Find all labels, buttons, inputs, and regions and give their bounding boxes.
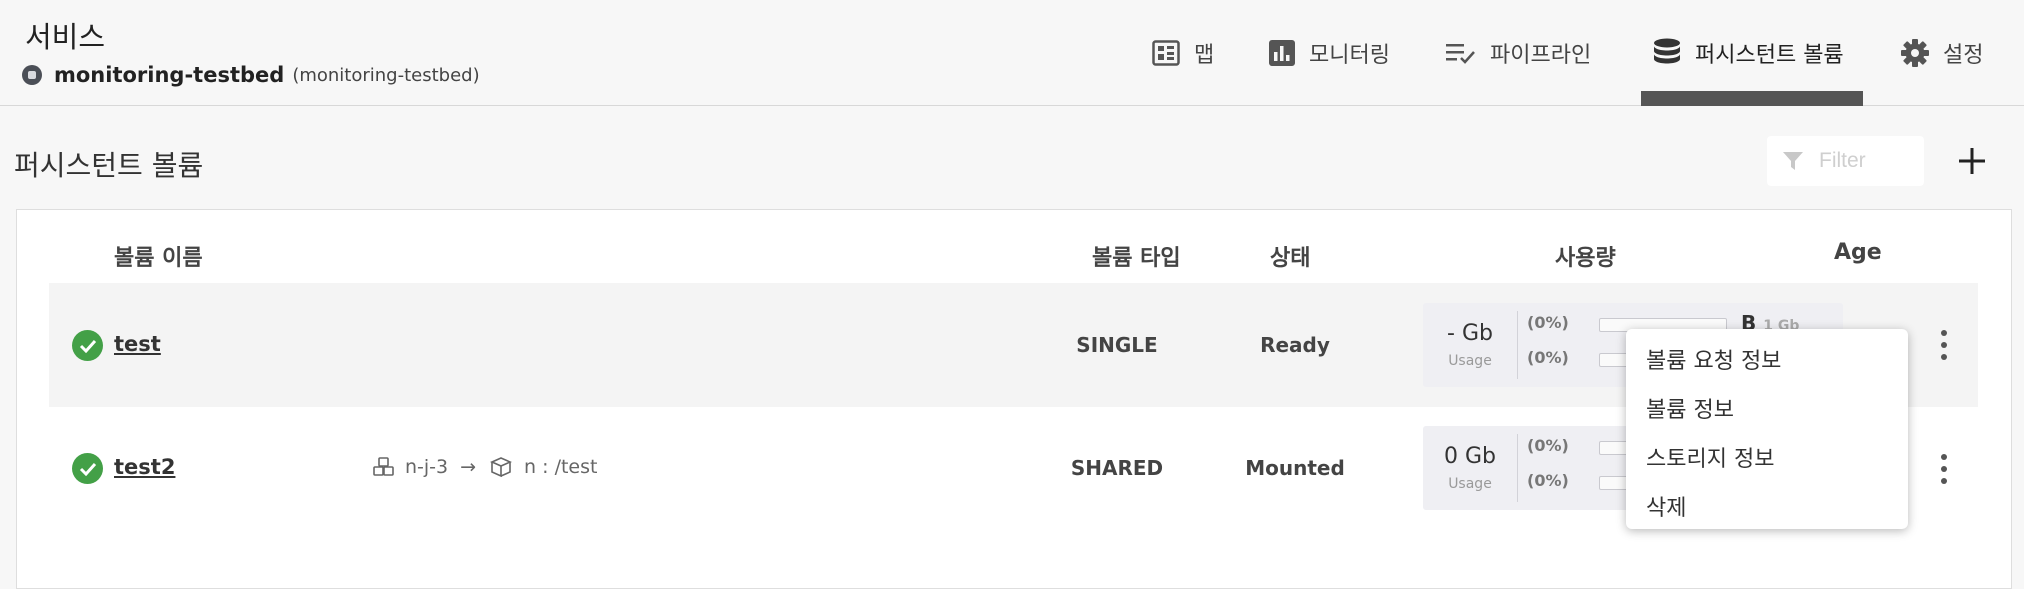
- filter-funnel-icon: [1783, 152, 1803, 170]
- add-volume-button[interactable]: [1955, 142, 1989, 180]
- tab-map[interactable]: 맵: [1152, 0, 1214, 106]
- kebab-dot: [1941, 342, 1947, 348]
- tab-persistent-volume-label: 퍼시스턴트 볼륨: [1695, 43, 1844, 68]
- usage-value: 0 Gb: [1443, 444, 1496, 469]
- status-ok-icon: [72, 330, 103, 361]
- tab-pipeline[interactable]: 파이프라인: [1446, 0, 1591, 106]
- kebab-dot: [1941, 354, 1947, 360]
- service-label: 서비스: [25, 20, 106, 54]
- volume-status: Ready: [1260, 333, 1330, 357]
- menu-item-volume-claim-info[interactable]: 볼륨 요청 정보: [1626, 337, 1908, 386]
- usage-value: - Gb: [1447, 321, 1493, 346]
- active-tab-indicator: [1641, 91, 1863, 106]
- row-context-menu: 볼륨 요청 정보 볼륨 정보 스토리지 정보 삭제: [1626, 329, 1908, 529]
- kebab-dot: [1941, 478, 1947, 484]
- kebab-dot: [1941, 454, 1947, 460]
- tab-settings-label: 설정: [1943, 43, 1984, 68]
- service-info: monitoring-testbed (monitoring-testbed): [22, 63, 480, 87]
- tab-monitoring[interactable]: 모니터링: [1269, 0, 1390, 106]
- tab-pipeline-label: 파이프라인: [1490, 43, 1592, 68]
- mount-source: n-j-3: [405, 456, 449, 478]
- tab-map-label: 맵: [1194, 43, 1215, 68]
- volume-name-link[interactable]: test2: [114, 455, 175, 479]
- bar-chart-icon: [1269, 40, 1295, 66]
- filter-field[interactable]: [1767, 136, 1924, 186]
- usage-label: Usage: [1448, 353, 1492, 369]
- column-header-usage[interactable]: 사용량: [1555, 240, 1616, 272]
- column-header-status[interactable]: 상태: [1270, 240, 1310, 272]
- column-header-age[interactable]: Age: [1834, 240, 1882, 265]
- map-grid-icon: [1152, 40, 1180, 66]
- page-title: 퍼시스턴트 볼륨: [14, 149, 204, 182]
- service-icon: [22, 65, 42, 85]
- checklist-icon: [1446, 44, 1475, 64]
- database-icon: [1654, 38, 1680, 64]
- arrow-right-icon: →: [460, 456, 477, 478]
- mount-info: n-j-3 → n : /test: [373, 456, 597, 478]
- row-menu-button[interactable]: [1937, 454, 1951, 484]
- usage-percent: (0%): [1527, 436, 1569, 455]
- volume-status: Mounted: [1245, 456, 1345, 480]
- volume-type: SHARED: [1070, 456, 1164, 480]
- menu-item-delete[interactable]: 삭제: [1626, 484, 1908, 533]
- mount-target: n : /test: [524, 456, 598, 478]
- usage-percent: (0%): [1527, 471, 1569, 490]
- usage-divider: [1517, 434, 1518, 502]
- menu-item-storage-info[interactable]: 스토리지 정보: [1626, 435, 1908, 484]
- row-menu-button[interactable]: [1937, 330, 1951, 360]
- plus-icon: [1959, 148, 1985, 174]
- box-icon: [490, 457, 513, 477]
- app-header: 서비스 monitoring-testbed (monitoring-testb…: [0, 0, 2024, 106]
- status-ok-icon: [72, 453, 103, 484]
- service-name: monitoring-testbed: [54, 63, 285, 87]
- column-header-name[interactable]: 볼륨 이름: [114, 240, 203, 272]
- usage-percent: (0%): [1527, 348, 1569, 367]
- usage-percent: (0%): [1527, 313, 1569, 332]
- kebab-dot: [1941, 466, 1947, 472]
- usage-label: Usage: [1448, 476, 1492, 492]
- tab-settings[interactable]: 설정: [1901, 0, 1983, 106]
- workload-cluster-icon: [373, 457, 394, 476]
- volume-type: SINGLE: [1076, 333, 1158, 357]
- volume-name-link[interactable]: test: [114, 332, 161, 356]
- filter-input[interactable]: [1819, 149, 1919, 173]
- service-namespace: (monitoring-testbed): [292, 64, 480, 86]
- usage-divider: [1517, 311, 1518, 379]
- kebab-dot: [1941, 330, 1947, 336]
- gear-icon: [1901, 39, 1929, 67]
- tab-monitoring-label: 모니터링: [1309, 43, 1390, 68]
- column-header-type[interactable]: 볼륨 타입: [1092, 240, 1181, 272]
- menu-item-volume-info[interactable]: 볼륨 정보: [1626, 386, 1908, 435]
